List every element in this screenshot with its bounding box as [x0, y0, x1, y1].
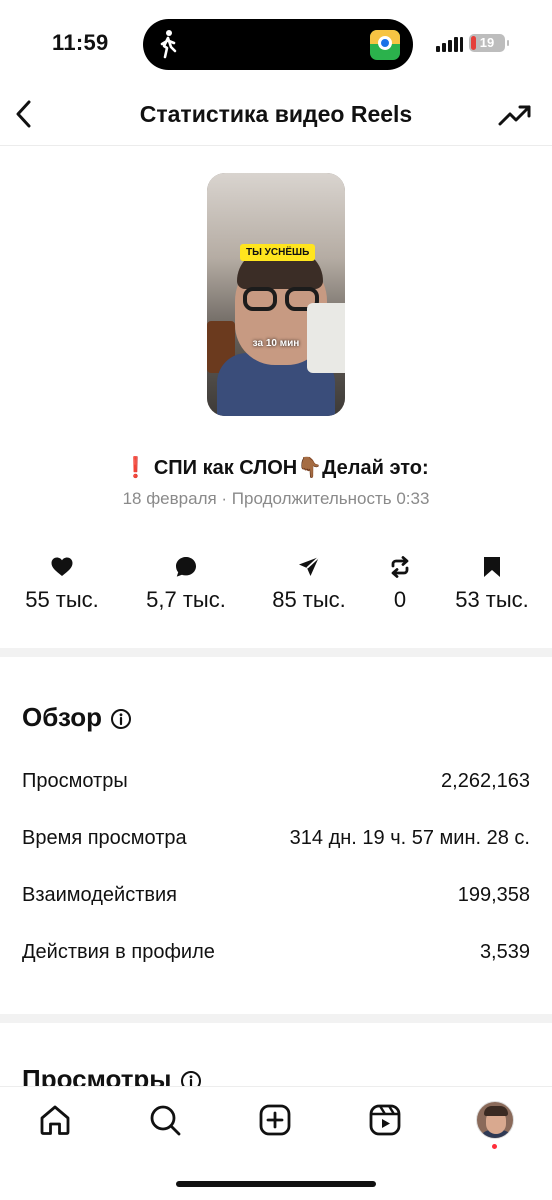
stat-likes: 55 тыс. [18, 555, 106, 613]
dynamic-island[interactable] [143, 19, 413, 70]
battery-icon: 19 [469, 34, 509, 52]
stat-value: 55 тыс. [25, 587, 99, 612]
reel-thumbnail[interactable]: ТЫ УСНЁШЬ за 10 мин [207, 173, 345, 416]
status-time: 11:59 [52, 30, 109, 55]
signal-icon [436, 36, 464, 52]
thumbnail-overlay-top: ТЫ УСНЁШЬ [240, 244, 316, 261]
nav-header: Статистика видео Reels [0, 90, 552, 146]
comment-icon [176, 557, 196, 577]
send-icon [299, 556, 320, 576]
overview-row-views: Просмотры 2,262,163 [22, 770, 530, 800]
bookmark-icon [484, 557, 500, 577]
row-value: 2,262,163 [441, 770, 530, 792]
caption-text: СПИ как СЛОН [153, 457, 298, 479]
overview-row-watch-time: Время просмотра 314 дн. 19 ч. 57 мин. 28… [22, 827, 530, 857]
row-label: Взаимодействия [22, 884, 177, 906]
engagement-stats: 55 тыс. 5,7 тыс. 85 тыс. 0 53 тыс. [0, 555, 552, 625]
maps-app-icon [370, 30, 400, 60]
profile-avatar[interactable] [476, 1101, 514, 1139]
reels-icon[interactable] [368, 1103, 402, 1137]
stat-value: 85 тыс. [272, 587, 346, 612]
overview-row-interactions[interactable]: Взаимодействия 199,358 [22, 884, 530, 914]
stat-value: 0 [393, 587, 407, 612]
status-bar: 11:59 19 [0, 0, 552, 90]
stat-value: 5,7 тыс. [146, 587, 226, 612]
walking-icon [160, 30, 177, 59]
stat-shares: 85 тыс. [263, 555, 355, 613]
section-divider [0, 648, 552, 657]
overview-title-text: Обзор [22, 702, 102, 732]
row-value: 199,358 [457, 884, 530, 906]
create-icon[interactable] [258, 1103, 292, 1137]
pointing-down-emoji: 👇🏾 [297, 457, 323, 479]
repost-icon [391, 556, 409, 578]
section-divider [0, 1014, 552, 1023]
stat-reposts: 0 [384, 555, 416, 613]
row-value: 3,539 [479, 941, 530, 963]
thumbnail-overlay-bottom: за 10 мин [252, 338, 300, 349]
notification-dot [492, 1144, 497, 1149]
stat-saves: 53 тыс. [446, 555, 538, 613]
home-indicator [176, 1181, 376, 1187]
row-label: Просмотры [22, 770, 128, 792]
row-label: Действия в профиле [22, 941, 215, 963]
exclamation-emoji: ❗ [123, 457, 149, 479]
trending-icon[interactable] [498, 102, 532, 128]
reel-caption: ❗ СПИ как СЛОН👇🏾Делай это: [0, 455, 552, 480]
heart-icon [51, 557, 73, 576]
battery-level: 19 [479, 35, 495, 50]
overview-title: Обзор [22, 702, 132, 733]
row-label: Время просмотра [22, 827, 187, 849]
reel-meta: 18 февраля · Продолжительность 0:33 [122, 489, 430, 508]
caption-text-2: Делай это: [322, 457, 429, 479]
home-icon[interactable] [38, 1103, 72, 1137]
search-icon[interactable] [148, 1103, 182, 1137]
overview-row-profile-actions[interactable]: Действия в профиле 3,539 [22, 941, 530, 971]
info-icon[interactable] [110, 708, 132, 730]
stat-comments: 5,7 тыс. [139, 555, 233, 613]
page-title: Статистика видео Reels [139, 101, 413, 127]
stat-value: 53 тыс. [455, 587, 529, 612]
bottom-navigation [0, 1086, 552, 1200]
row-value: 314 дн. 19 ч. 57 мин. 28 с. [289, 827, 530, 849]
